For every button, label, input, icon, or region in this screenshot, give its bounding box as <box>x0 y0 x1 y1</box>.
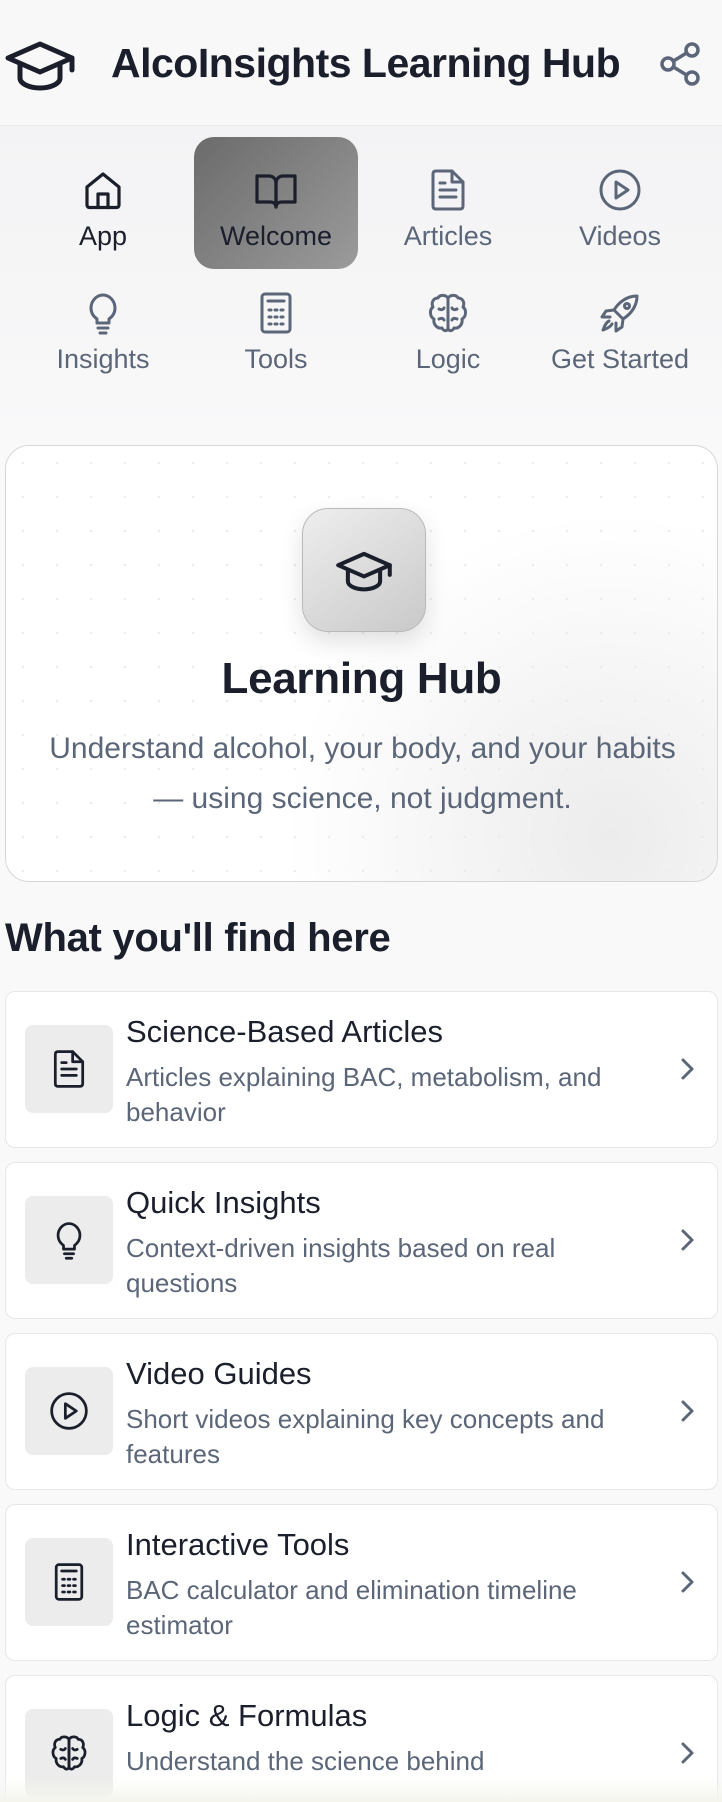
feature-title: Interactive Tools <box>126 1527 350 1562</box>
hero-title: Learning Hub <box>221 654 502 703</box>
play-circle-icon <box>50 1392 88 1430</box>
nav-label-insights: Insights <box>56 344 150 374</box>
feature-card-insights[interactable]: Quick Insights Context-driven insights b… <box>5 1162 718 1319</box>
bottom-fade <box>0 1778 722 1802</box>
nav-item-videos[interactable]: Videos <box>538 137 702 269</box>
file-text-icon <box>431 169 465 211</box>
feature-icon-tile <box>25 1025 113 1113</box>
graduation-cap-icon <box>336 551 392 592</box>
nav-label-videos: Videos <box>578 221 662 251</box>
nav-item-get-started[interactable]: Get Started <box>538 266 702 398</box>
section-title: What you'll find here <box>5 916 391 960</box>
nav-label-app: App <box>78 221 128 251</box>
nav-label-logic: Logic <box>415 344 481 374</box>
calculator-icon <box>260 292 292 334</box>
app-header: AlcoInsights Learning Hub <box>0 0 722 126</box>
feature-title: Video Guides <box>126 1356 312 1391</box>
home-icon <box>85 172 121 210</box>
lightbulb-icon <box>56 1222 82 1260</box>
nav-item-articles[interactable]: Articles <box>366 137 530 269</box>
nav-item-app[interactable]: App <box>21 137 185 269</box>
feature-description: Understand the science behind <box>126 1746 485 1776</box>
nav-item-insights[interactable]: Insights <box>21 266 185 398</box>
feature-description: Articles explaining BAC, metabolism, and… <box>126 1062 602 1127</box>
chevron-right-icon <box>681 1058 694 1080</box>
chevron-right-icon <box>681 1229 694 1251</box>
nav-item-welcome[interactable]: Welcome <box>194 137 358 269</box>
section-nav: App Welcome Articles Videos Insights Too… <box>0 126 722 430</box>
nav-item-logic[interactable]: Logic <box>366 266 530 398</box>
brain-icon <box>51 1735 87 1771</box>
nav-item-tools[interactable]: Tools <box>194 266 358 398</box>
learning-hub-page: AlcoInsights Learning Hub App Welcome Ar… <box>0 0 722 1802</box>
feature-card-videos[interactable]: Video Guides Short videos explaining key… <box>5 1333 718 1490</box>
lightbulb-icon <box>89 293 117 335</box>
feature-description: Short videos explaining key concepts and… <box>126 1404 605 1469</box>
feature-icon-tile <box>25 1367 113 1455</box>
feature-icon-tile <box>25 1538 113 1626</box>
feature-description: BAC calculator and elimination timeline … <box>126 1575 577 1640</box>
graduation-cap-icon <box>5 41 75 91</box>
chevron-right-icon <box>681 1742 694 1764</box>
book-open-icon <box>255 174 297 209</box>
feature-card-tools[interactable]: Interactive Tools BAC calculator and eli… <box>5 1504 718 1661</box>
calculator-icon <box>54 1563 84 1601</box>
nav-label-tools: Tools <box>244 344 308 374</box>
share-icon[interactable] <box>656 40 704 88</box>
hero-subtitle: Understand alcohol, your body, and your … <box>49 732 676 815</box>
app-title: AlcoInsights Learning Hub <box>111 40 621 86</box>
feature-description: Context-driven insights based on real qu… <box>126 1233 556 1298</box>
rocket-icon <box>600 294 639 333</box>
file-text-icon <box>53 1050 85 1088</box>
chevron-right-icon <box>681 1571 694 1593</box>
feature-icon-tile <box>25 1196 113 1284</box>
feature-title: Logic & Formulas <box>126 1698 368 1733</box>
brain-icon <box>429 293 467 333</box>
nav-label-articles: Articles <box>403 221 493 251</box>
feature-card-articles[interactable]: Science-Based Articles Articles explaini… <box>5 991 718 1148</box>
feature-title: Quick Insights <box>126 1185 321 1220</box>
chevron-right-icon <box>681 1400 694 1422</box>
play-circle-icon <box>599 169 641 211</box>
nav-label-get-started: Get Started <box>550 344 690 374</box>
hero-card: Learning Hub Understand alcohol, your bo… <box>5 445 718 882</box>
nav-label-welcome: Welcome <box>219 221 333 251</box>
feature-title: Science-Based Articles <box>126 1014 444 1049</box>
hero-badge <box>302 508 426 632</box>
